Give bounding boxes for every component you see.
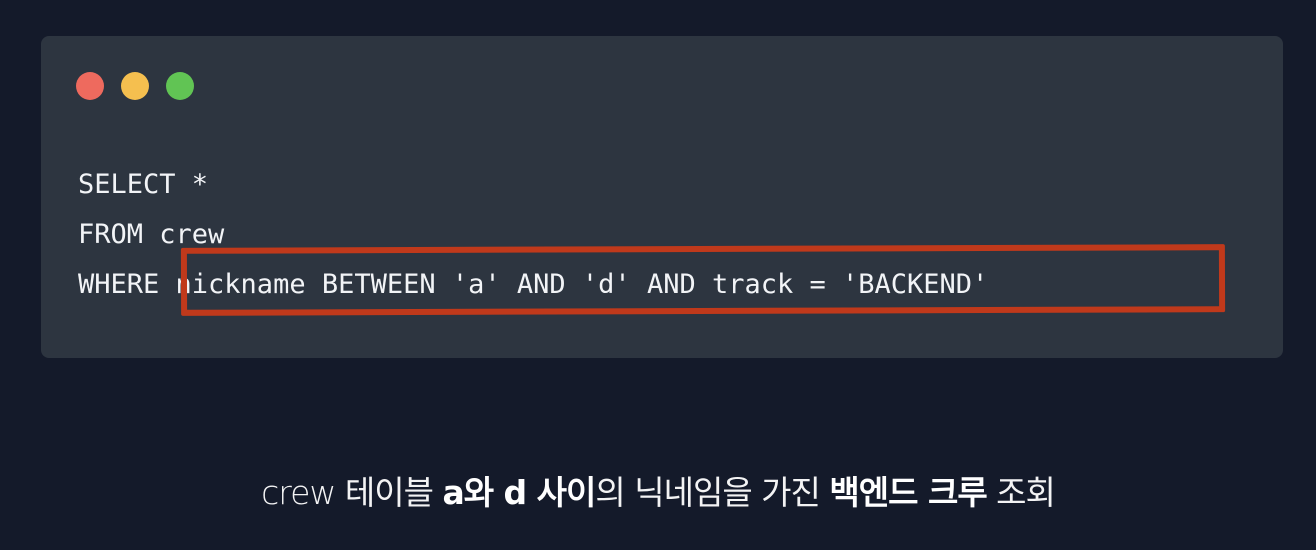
code-window: SELECT * FROM crew WHERE nickname BETWEEN … [41,36,1283,358]
caption-segment: 의 닉네임을 가진 [595,473,830,512]
maximize-dot-icon[interactable] [166,72,194,100]
sql-code-block: SELECT * FROM crew WHERE nickname BETWEEN … [78,160,988,310]
minimize-dot-icon[interactable] [121,72,149,100]
caption-segment-bold: a와 d 사이 [442,473,596,512]
code-line-from: FROM crew [78,219,225,250]
caption-segment: crew 테이블 [261,473,443,512]
caption-segment: 조회 [986,473,1056,512]
close-dot-icon[interactable] [76,72,104,100]
window-controls [76,72,194,100]
subtitle-caption: crew 테이블 a와 d 사이의 닉네임을 가진 백엔드 크루 조회 [0,466,1316,514]
code-line-select: SELECT * [78,169,209,200]
code-line-where: WHERE nickname BETWEEN 'a' AND 'd' AND t… [78,269,989,300]
caption-segment-bold: 백엔드 크루 [829,473,987,512]
